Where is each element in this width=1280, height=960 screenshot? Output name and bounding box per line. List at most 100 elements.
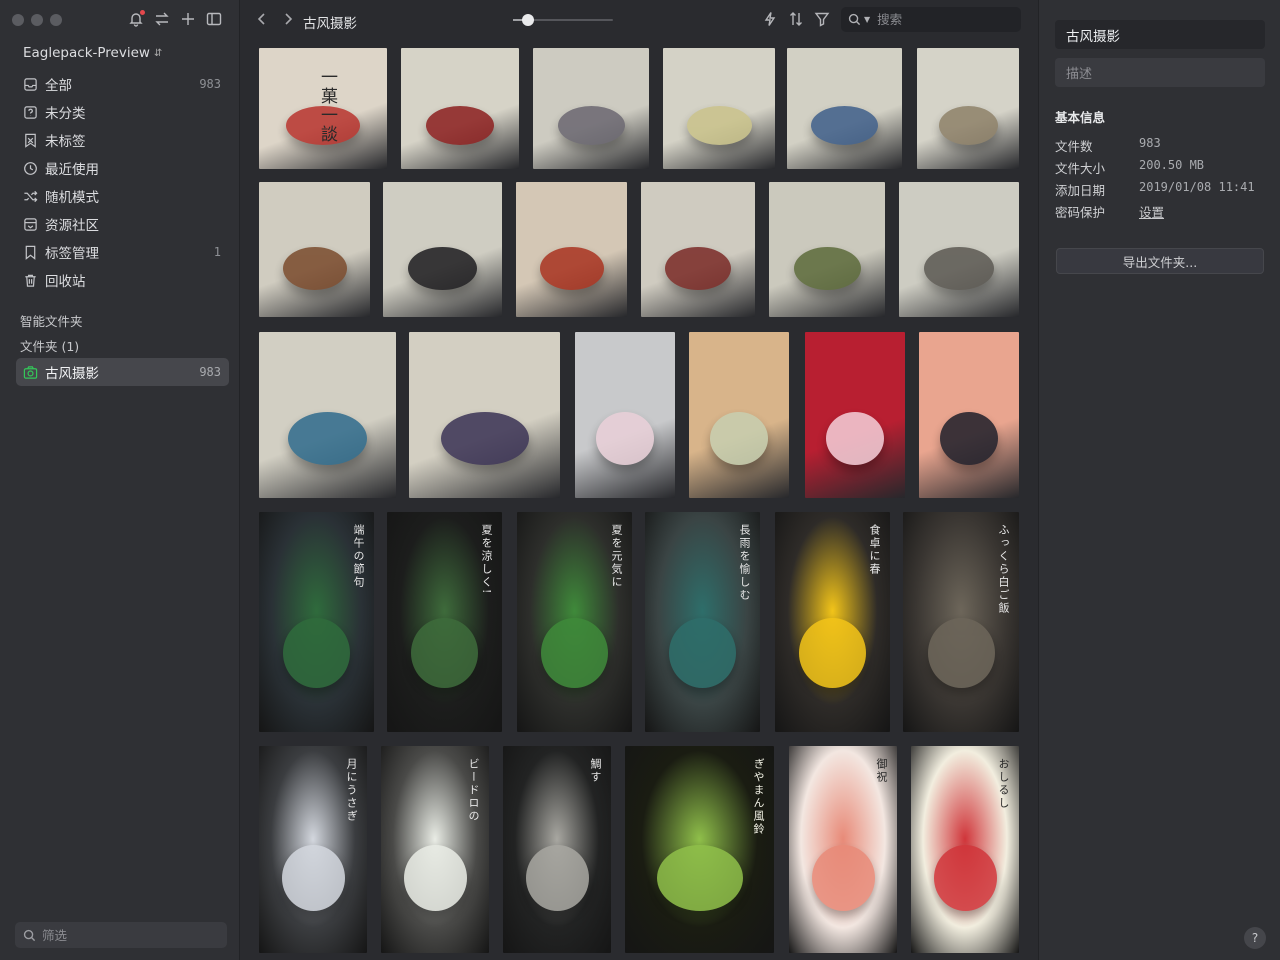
filter-box xyxy=(15,922,227,948)
clock-icon xyxy=(22,160,38,176)
thumbnail-item[interactable] xyxy=(689,332,789,498)
sidebar-item-untagged[interactable]: 未标签 xyxy=(16,126,229,154)
thumbnail-subject xyxy=(441,412,529,465)
thumbnail-item[interactable] xyxy=(383,182,502,317)
minimize-window-button[interactable] xyxy=(31,14,43,26)
thumbnail-item[interactable]: 一菓一談 xyxy=(259,48,387,169)
thumbnail-item[interactable] xyxy=(259,182,370,317)
back-icon[interactable] xyxy=(256,12,268,26)
folder-title-field[interactable]: 古风摄影 xyxy=(1055,20,1265,49)
thumbnail-item[interactable] xyxy=(899,182,1019,317)
help-button[interactable]: ? xyxy=(1244,927,1266,949)
question-box-icon xyxy=(22,104,38,120)
search-input[interactable] xyxy=(877,12,1013,27)
thumbnail-item[interactable]: 食卓に春 xyxy=(775,512,890,732)
password-setup-link[interactable]: 设置 xyxy=(1139,202,1164,221)
thumbnail-caption: 一菓一談 xyxy=(317,68,337,144)
inbox-icon xyxy=(22,76,38,92)
thumbnail-item[interactable] xyxy=(259,332,396,498)
sidebar-toggle-icon[interactable] xyxy=(206,10,222,28)
tag-off-icon xyxy=(22,132,38,148)
thumbnail-subject xyxy=(687,106,752,145)
info-row-date-added: 添加日期 2019/01/08 11:41 xyxy=(1055,180,1255,199)
info-key: 密码保护 xyxy=(1055,205,1106,220)
thumbnail-item[interactable]: 夏を元気に xyxy=(517,512,632,732)
thumbnail-item[interactable] xyxy=(533,48,649,169)
thumbnail-item[interactable] xyxy=(787,48,902,169)
zoom-window-button[interactable] xyxy=(50,14,62,26)
thumbnail-item[interactable] xyxy=(401,48,519,169)
zoom-slider-knob[interactable] xyxy=(522,14,534,26)
thumbnail-subject xyxy=(710,412,768,465)
thumbnail-caption: おしるし xyxy=(997,758,1010,810)
info-value: 2019/01/08 11:41 xyxy=(1139,180,1255,194)
thumbnail-subject xyxy=(404,845,467,911)
sidebar-item-tags[interactable]: 标签管理 1 xyxy=(16,238,229,266)
sidebar-item-random[interactable]: 随机模式 xyxy=(16,182,229,210)
thumbnail-caption: 端午の節句 xyxy=(352,524,365,589)
thumbnail-subject xyxy=(928,618,995,688)
thumbnail-item[interactable] xyxy=(516,182,627,317)
info-row-file-count: 文件数 983 xyxy=(1055,136,1161,155)
sidebar-item-trash[interactable]: 回收站 xyxy=(16,266,229,294)
thumbnail-subject xyxy=(282,845,345,911)
thumbnail-item[interactable]: 長雨を愉しむ xyxy=(645,512,760,732)
sort-icon[interactable] xyxy=(788,11,804,27)
thumbnail-item[interactable] xyxy=(409,332,560,498)
thumbnail-subject xyxy=(541,618,608,688)
thumbnail-subject xyxy=(665,247,731,290)
sidebar-item-all[interactable]: 全部 983 xyxy=(16,70,229,98)
thumbnail-subject xyxy=(411,618,478,688)
filter-icon[interactable] xyxy=(814,11,830,27)
thumbnail-caption: 夏を涼しく! xyxy=(480,524,493,596)
thumbnail-item[interactable] xyxy=(919,332,1019,498)
thumbnail-item[interactable]: おしるし xyxy=(911,746,1019,953)
sidebar-item-count: 983 xyxy=(199,77,221,91)
zoom-slider[interactable] xyxy=(513,14,613,26)
sidebar-folder-active[interactable]: 古风摄影 983 xyxy=(16,358,229,386)
thumbnail-item[interactable]: ビードロの xyxy=(381,746,489,953)
thumbnail-item[interactable]: ぎやまん風鈴 xyxy=(625,746,774,953)
forward-icon[interactable] xyxy=(282,12,294,26)
thumbnail-caption: 御祝 xyxy=(875,758,888,784)
thumbnail-item[interactable]: 御祝 xyxy=(789,746,897,953)
thumbnail-item[interactable]: 端午の節句 xyxy=(259,512,374,732)
breadcrumb: 古风摄影 xyxy=(303,16,357,32)
thumbnail-item[interactable] xyxy=(663,48,775,169)
sidebar-item-recent[interactable]: 最近使用 xyxy=(16,154,229,182)
folders-header[interactable]: 文件夹 (1) xyxy=(20,336,79,355)
thumbnail-subject xyxy=(426,106,494,145)
thumbnail-item[interactable] xyxy=(575,332,675,498)
sync-icon[interactable] xyxy=(154,10,170,28)
thumbnail-caption: 食卓に春 xyxy=(868,524,881,576)
thumbnail-item[interactable] xyxy=(769,182,885,317)
sidebar-top-icons xyxy=(128,10,222,28)
thumbnail-item[interactable]: 鯛す xyxy=(503,746,611,953)
thumbnail-item[interactable]: ふっくら白ご飯 xyxy=(903,512,1019,732)
smart-folders-header[interactable]: 智能文件夹 xyxy=(20,311,83,330)
chevron-down-icon[interactable]: ▼ xyxy=(864,15,870,24)
export-folder-button[interactable]: 导出文件夹... xyxy=(1056,248,1264,274)
thumbnail-subject xyxy=(934,845,997,911)
sidebar-item-community[interactable]: 资源社区 xyxy=(16,210,229,238)
search-icon[interactable] xyxy=(848,13,861,26)
thumbnail-item[interactable] xyxy=(641,182,755,317)
add-icon[interactable] xyxy=(180,10,196,28)
filter-input[interactable] xyxy=(42,927,212,943)
description-field[interactable]: 描述 xyxy=(1055,58,1265,87)
window-controls xyxy=(12,14,62,26)
thumbnail-caption: 長雨を愉しむ xyxy=(738,524,751,602)
flash-icon[interactable] xyxy=(762,11,778,27)
bell-icon[interactable] xyxy=(128,10,145,28)
close-window-button[interactable] xyxy=(12,14,24,26)
basic-info-heading: 基本信息 xyxy=(1055,110,1106,125)
thumbnail-item[interactable] xyxy=(917,48,1019,169)
thumbnail-item[interactable] xyxy=(805,332,905,498)
sidebar-item-uncategorized[interactable]: 未分类 xyxy=(16,98,229,126)
thumbnail-item[interactable]: 夏を涼しく! xyxy=(387,512,502,732)
thumbnail-item[interactable]: 月にうさぎ xyxy=(259,746,367,953)
library-switcher[interactable]: Eaglepack-Preview ⇵ xyxy=(23,45,162,61)
sidebar-item-label: 随机模式 xyxy=(45,190,99,206)
thumbnail-subject xyxy=(794,247,861,290)
info-value: 983 xyxy=(1139,136,1161,150)
